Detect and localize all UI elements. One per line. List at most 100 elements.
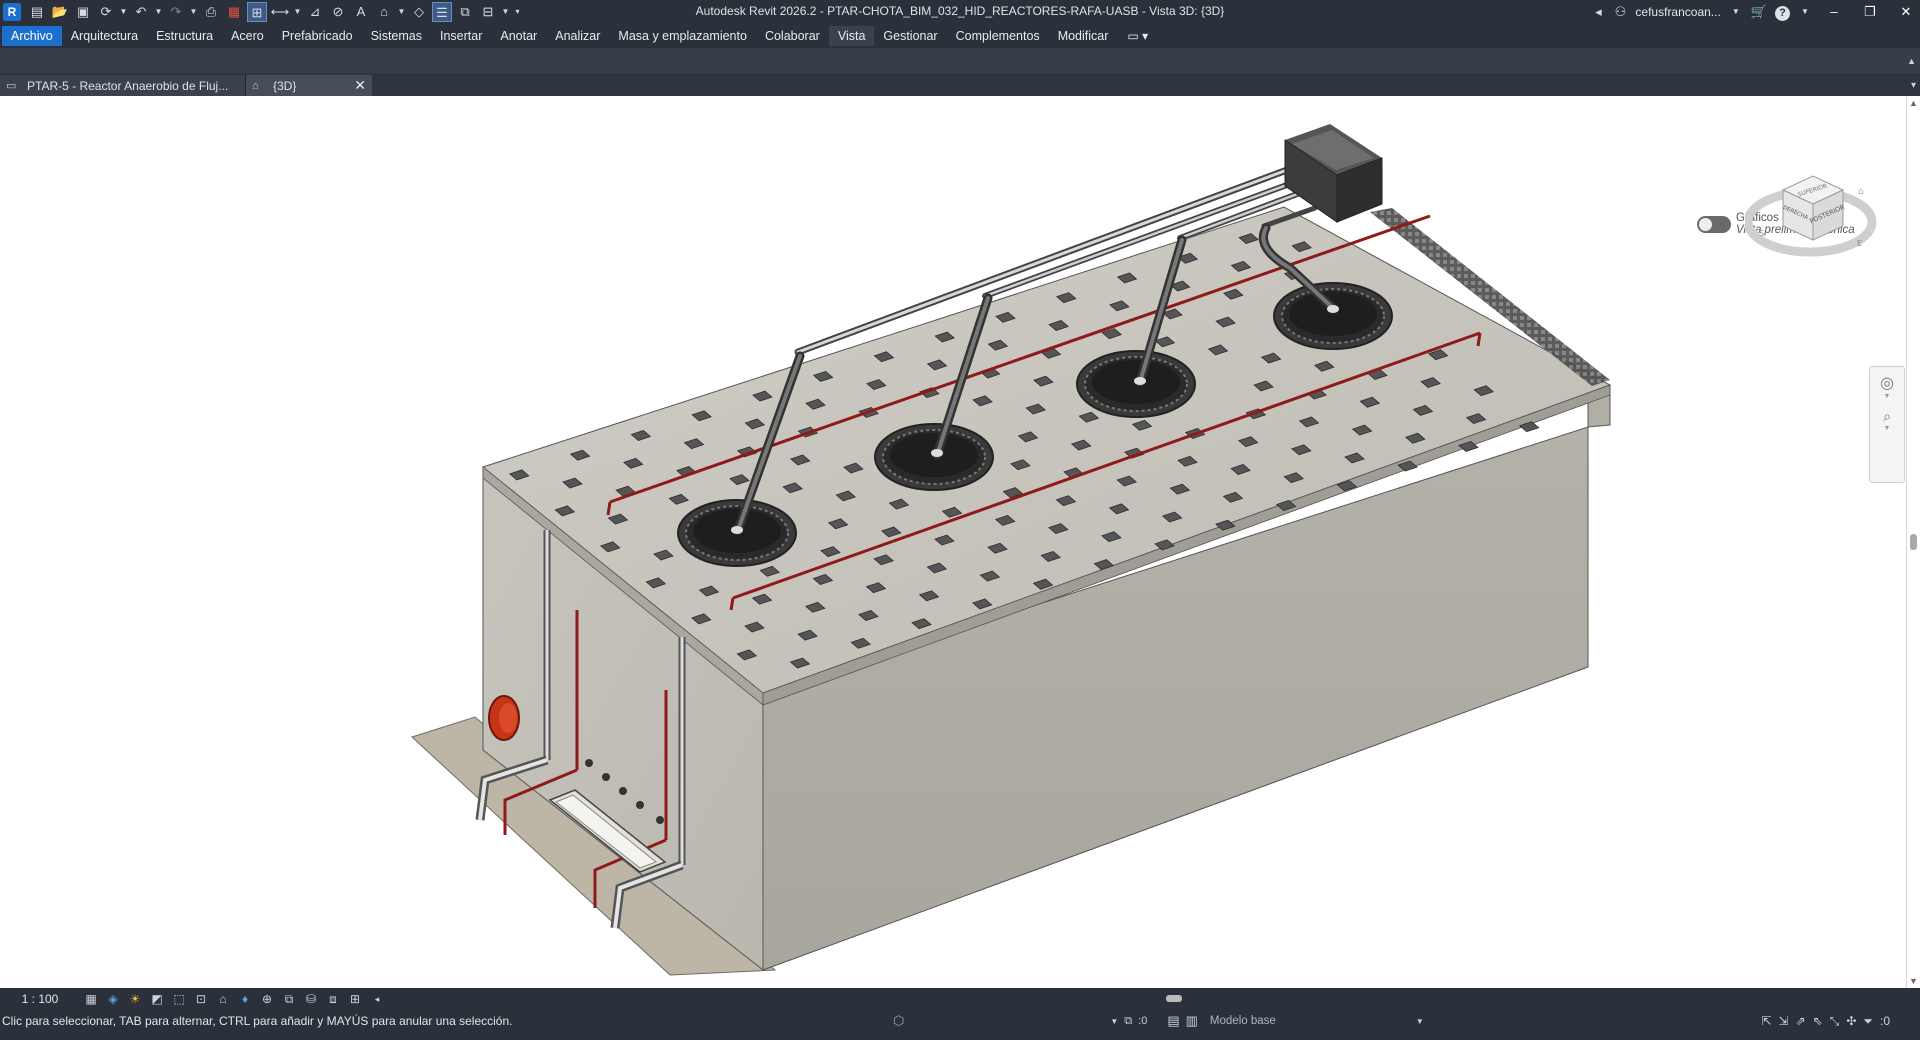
tab-sistemas[interactable]: Sistemas [362, 26, 431, 46]
main-model-icon[interactable]: ▥ [1186, 1013, 1198, 1029]
chevron-left-icon[interactable]: ◂ [1591, 0, 1605, 24]
tab-estructura[interactable]: Estructura [147, 26, 222, 46]
chevron-down-icon[interactable]: ▼ [1110, 1017, 1118, 1026]
tab-complementos[interactable]: Complementos [947, 26, 1049, 46]
customize-qat-icon[interactable]: ▾ [513, 2, 522, 22]
spot-elevation-icon[interactable]: ⊿ [305, 2, 325, 22]
unlocked-3d-view-icon[interactable]: ⌂ [214, 990, 232, 1008]
redo-icon[interactable]: ↷ [166, 2, 186, 22]
select-by-face-icon[interactable]: ⇖ [1813, 1014, 1823, 1028]
chevron-down-icon[interactable]: ▼ [1870, 393, 1904, 400]
tab-arquitectura[interactable]: Arquitectura [62, 26, 147, 46]
shadows-icon[interactable]: ◩ [148, 990, 166, 1008]
revit-logo-icon[interactable]: R [3, 3, 21, 21]
minimize-icon[interactable]: – [1820, 0, 1848, 24]
pdf-export-icon[interactable]: ▦ [224, 2, 244, 22]
select-count-icon[interactable]: ⧉ [1124, 1015, 1132, 1028]
tab-colaborar[interactable]: Colaborar [756, 26, 829, 46]
tab-analizar[interactable]: Analizar [546, 26, 609, 46]
zoom-region-icon[interactable]: ⌕ [1870, 408, 1904, 425]
design-options-icon[interactable]: ▤ [1167, 1013, 1179, 1029]
tab-anotar[interactable]: Anotar [491, 26, 546, 46]
default-3d-view-icon[interactable]: ⌂ [374, 2, 394, 22]
scale-selector[interactable]: 1 : 100 [0, 992, 80, 1006]
sun-path-icon[interactable]: ☀ [126, 990, 144, 1008]
view-tab-plan[interactable]: ▭ PTAR-5 - Reactor Anaerobio de Fluj... [0, 75, 246, 96]
user-icon[interactable]: ⚇ [1613, 0, 1627, 24]
view-tab-3d[interactable]: ⌂ {3D} ✕ [246, 75, 372, 96]
tab-insertar[interactable]: Insertar [431, 26, 491, 46]
vertical-scrollbar[interactable]: ▲ ▼ [1906, 96, 1920, 988]
drag-elements-icon[interactable]: ⤡ [1830, 1014, 1840, 1029]
chevron-down-icon[interactable]: ▼ [1870, 425, 1904, 432]
workset-icon[interactable]: ⬡ [893, 1013, 904, 1029]
chevron-down-icon[interactable]: ▼ [119, 2, 128, 22]
filter-icon[interactable]: ⏷ [1863, 1014, 1873, 1029]
tabs-dropdown-icon[interactable]: ▾ [1911, 80, 1916, 91]
horizontal-scroll-thumb[interactable] [1166, 995, 1182, 1002]
save-icon[interactable]: ▣ [73, 2, 93, 22]
ribbon-display-options-icon[interactable]: ▭ ▾ [1117, 29, 1158, 43]
reveal-hidden-icon[interactable]: ⊕ [258, 990, 276, 1008]
chevron-down-icon[interactable]: ▼ [189, 2, 198, 22]
active-design-option[interactable]: Modelo base [1210, 1015, 1410, 1027]
aligned-dimension-icon[interactable]: ⟷ [270, 2, 290, 22]
horizontal-scrollbar[interactable] [452, 993, 1892, 1005]
accelerated-graphics-toggle[interactable] [1697, 216, 1731, 233]
cart-icon[interactable]: 🛒 [1751, 0, 1767, 24]
worksharing-display-icon[interactable]: ⧉ [280, 990, 298, 1008]
measure-icon[interactable]: ⊞ [247, 2, 267, 22]
close-tab-icon[interactable]: ✕ [354, 77, 366, 94]
tab-vista[interactable]: Vista [828, 26, 875, 46]
tab-acero[interactable]: Acero [222, 26, 273, 46]
chevron-down-icon[interactable]: ▼ [1798, 0, 1812, 24]
select-pinned-icon[interactable]: ⇗ [1796, 1014, 1806, 1028]
3d-viewport[interactable]: Gráficos acelerados Vista preliminar téc… [0, 96, 1906, 988]
vertical-scroll-thumb[interactable] [1910, 534, 1917, 550]
switch-windows-icon[interactable]: ⊟ [478, 2, 498, 22]
chevron-down-icon[interactable]: ▼ [293, 2, 302, 22]
help-icon[interactable]: ? [1775, 0, 1790, 24]
crop-view-icon[interactable]: ⬚ [170, 990, 188, 1008]
tab-gestionar[interactable]: Gestionar [874, 26, 946, 46]
tab-masa-y-emplazamiento[interactable]: Masa y emplazamiento [609, 26, 756, 46]
home-icon[interactable]: ▤ [27, 2, 47, 22]
user-account[interactable]: cefusfrancoan... [1635, 5, 1720, 19]
tab-modificar[interactable]: Modificar [1049, 26, 1118, 46]
constraints-icon[interactable]: ⧈ [324, 990, 342, 1008]
scroll-left-icon[interactable]: ◂ [368, 990, 386, 1008]
close-hidden-windows-icon[interactable]: ⧉ [455, 2, 475, 22]
select-links-icon[interactable]: ⇱ [1761, 1014, 1771, 1028]
viewcube[interactable]: SUPERIOR POSTERIOR DERECHA S E ⌂ [1745, 150, 1885, 260]
chevron-down-icon[interactable]: ▼ [501, 2, 510, 22]
undo-icon[interactable]: ↶ [131, 2, 151, 22]
text-icon[interactable]: A [351, 2, 371, 22]
chevron-down-icon[interactable]: ▼ [154, 2, 163, 22]
thin-lines-icon[interactable]: ☰ [432, 2, 452, 22]
open-folder-icon[interactable]: 📂 [50, 2, 70, 22]
section-icon[interactable]: ◇ [409, 2, 429, 22]
steering-wheel-icon[interactable]: ◎ [1870, 373, 1904, 393]
close-icon[interactable]: ✕ [1892, 0, 1920, 24]
restore-icon[interactable]: ❐ [1856, 0, 1884, 24]
print-icon[interactable]: ⎙ [201, 2, 221, 22]
chevron-down-icon[interactable]: ▼ [397, 2, 406, 22]
scroll-down-icon[interactable]: ▼ [1909, 976, 1918, 986]
temporary-hide-icon[interactable]: ♦ [236, 990, 254, 1008]
chevron-down-icon[interactable]: ▼ [1416, 1017, 1424, 1026]
select-underlay-icon[interactable]: ⇲ [1779, 1014, 1789, 1028]
tag-icon[interactable]: ⊘ [328, 2, 348, 22]
scroll-up-icon[interactable]: ▲ [1909, 98, 1918, 108]
reveal-constraints-icon[interactable]: ⊞ [346, 990, 364, 1008]
background-processes-icon[interactable]: ✣ [1846, 1014, 1856, 1028]
sync-icon[interactable]: ⟳ [96, 2, 116, 22]
analytical-model-icon[interactable]: ⛁ [302, 990, 320, 1008]
show-crop-region-icon[interactable]: ⊡ [192, 990, 210, 1008]
chevron-down-icon[interactable]: ▼ [1729, 0, 1743, 24]
tab-archivo[interactable]: Archivo [2, 26, 62, 46]
detail-level-icon[interactable]: ▦ [82, 990, 100, 1008]
view-tab-label: {3D} [273, 78, 297, 93]
expand-ribbon-icon[interactable]: ▲ [1907, 56, 1916, 66]
visual-style-icon[interactable]: ◈ [104, 990, 122, 1008]
tab-prefabricado[interactable]: Prefabricado [273, 26, 362, 46]
